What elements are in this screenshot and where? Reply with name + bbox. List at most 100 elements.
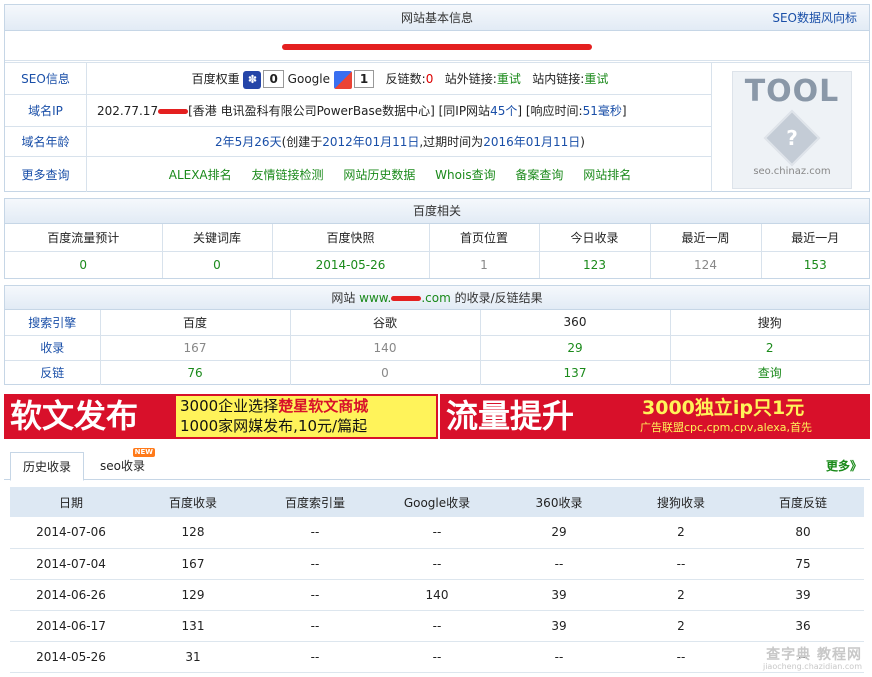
ad-banner[interactable]: 软文发布 3000企业选择楚星软文商城 1000家网媒发布,10元/篇起 流量提… [4, 394, 870, 439]
history-cell: 128 [132, 517, 254, 549]
domain-ip-row: 域名IP 202.77.17 [香港 电讯盈科有限公司PowerBase数据中心]… [5, 94, 711, 126]
history-header-cell: 百度收录 [132, 487, 254, 517]
same-ip-post: ] [517, 104, 523, 118]
engine-header: 搜索引擎 [5, 310, 101, 335]
baidu-paw-icon: ✽ [243, 70, 262, 89]
index-title-post: 的收录/反链结果 [454, 291, 543, 305]
redacted-ip [158, 109, 189, 114]
baidu-index-value: 167 [100, 334, 291, 360]
ad-right[interactable]: 流量提升 3000独立ip只1元 广告联盟cpc,cpm,cpv,alexa,首… [440, 394, 870, 439]
google-icon [333, 70, 352, 89]
domain-post: .com [421, 291, 451, 305]
sogou-query-link[interactable]: 查询 [758, 366, 782, 380]
history-cell: 39 [498, 610, 620, 642]
friend-link-check-link[interactable]: 友情链接检测 [251, 168, 323, 182]
360-index-value: 29 [480, 334, 671, 360]
age-detail-3: ) [580, 135, 585, 149]
history-cell: -- [254, 517, 376, 549]
ad-right-line2: 广告联盟cpc,cpm,cpv,alexa,首先 [640, 421, 812, 434]
inlinks-label: 站内链接: [532, 72, 585, 86]
index-panel-header: 网站 www. .com 的收录/反链结果 [5, 286, 869, 310]
index-header-row: 搜索引擎 百度 谷歌 360 搜狗 [5, 310, 869, 335]
history-cell: -- [498, 548, 620, 580]
inlinks-retry-link[interactable]: 重试 [584, 72, 608, 86]
index-panel: 网站 www. .com 的收录/反链结果 搜索引擎 百度 谷歌 360 搜狗 收… [4, 285, 870, 385]
month-index-value: 153 [761, 250, 869, 278]
history-header-cell: 百度索引量 [254, 487, 376, 517]
baidu-weight-value: 0 [263, 70, 284, 88]
whois-link[interactable]: Whois查询 [435, 168, 495, 182]
domain-age-label: 域名年龄 [5, 127, 87, 156]
history-header-row: 日期 百度收录 百度索引量 Google收录 360收录 搜狗收录 百度反链 [10, 487, 864, 517]
redacted-site-name [282, 43, 592, 50]
baidu-header-cell: 最近一月 [791, 230, 840, 245]
ad-left-text-box: 3000企业选择楚星软文商城 1000家网媒发布,10元/篇起 [176, 396, 436, 437]
beian-link[interactable]: 备案查询 [515, 168, 563, 182]
age-detail-2: ,过期时间为 [419, 135, 484, 149]
ad-left-big: 软文发布 [10, 397, 139, 435]
history-cell: 31 [132, 641, 254, 673]
ip-location: [香港 电讯盈科有限公司PowerBase数据中心] [188, 104, 435, 118]
history-cell: 2014-06-17 [10, 610, 132, 642]
baidu-backlink-value: 76 [100, 359, 291, 385]
snapshot-date-value: 2014-05-26 [272, 250, 430, 278]
baidu-header-row: 百度流量预计 关键词库 百度快照 首页位置 今日收录 最近一周 最近一月 [5, 224, 869, 251]
history-header-cell: 搜狗收录 [620, 487, 742, 517]
site-history-link[interactable]: 网站历史数据 [343, 168, 415, 182]
table-row: 2014-06-17 131 -- -- 39 2 36 [10, 610, 864, 642]
question-diamond-icon: ? [763, 109, 821, 167]
new-badge: NEW [132, 448, 155, 457]
baidu-weight-label: 百度权重 [191, 72, 240, 86]
question-mark: ? [786, 126, 798, 150]
history-tabs: 历史收录 seo收录 NEW 更多》 [4, 448, 870, 481]
ad-right-big: 流量提升 [446, 397, 575, 435]
history-cell: 2 [620, 610, 742, 642]
logo-cell: TOOL ? seo.chinaz.com [711, 62, 869, 192]
watermark-title: 查字典 教程网 [766, 647, 862, 663]
history-cell: 39 [498, 579, 620, 611]
tool-logo-text: TOOL [744, 74, 840, 109]
expires-date: 2016年01月11日 [483, 135, 581, 149]
history-header-cell: 360收录 [498, 487, 620, 517]
backlink-row-label: 反链 [5, 359, 101, 385]
response-pre: [响应时间: [525, 104, 583, 118]
ad-left-line1-a: 3000企业选择 [180, 397, 279, 415]
outlinks-retry-link[interactable]: 重试 [497, 72, 521, 86]
ad-left[interactable]: 软文发布 3000企业选择楚星软文商城 1000家网媒发布,10元/篇起 [4, 394, 438, 439]
history-cell: -- [498, 641, 620, 673]
baidu-value-row: 0 0 2014-05-26 1 123 124 153 [5, 250, 869, 278]
history-header-cell: Google收录 [376, 487, 498, 517]
backlink-row: 反链 76 0 137 查询 [5, 359, 869, 385]
engine-360-header: 360 [480, 310, 671, 335]
more-history-link[interactable]: 更多》 [826, 452, 862, 480]
same-ip-link[interactable]: 45个 [490, 104, 517, 118]
table-row: 2014-07-04 167 -- -- -- -- 75 [10, 548, 864, 580]
baidu-header-cell: 百度流量预计 [5, 224, 163, 251]
tab-seo-index[interactable]: seo收录 NEW [88, 448, 157, 480]
watermark-sub: jiaocheng.chazidian.com [762, 662, 862, 671]
alexa-rank-link[interactable]: ALEXA排名 [169, 168, 232, 182]
baidu-header-cell: 百度快照 [272, 224, 430, 251]
table-row: 2014-07-06 128 -- -- 29 2 80 [10, 517, 864, 549]
domain-pre: www. [359, 291, 392, 305]
site-rank-link[interactable]: 网站排名 [583, 168, 631, 182]
ad-left-line1-b: 楚星软文商城 [278, 397, 369, 415]
360-backlink-value: 137 [480, 359, 671, 385]
age-detail-1: (创建于 [281, 135, 323, 149]
engine-baidu-header: 百度 [100, 310, 291, 335]
sogou-index-value: 2 [670, 334, 869, 360]
history-cell: 167 [132, 548, 254, 580]
google-label: Google [287, 72, 330, 86]
history-cell: -- [254, 579, 376, 611]
history-header-cell: 日期 [10, 487, 132, 517]
index-row-label: 收录 [5, 334, 101, 360]
seo-trend-link[interactable]: SEO数据风向标 [772, 5, 857, 31]
history-cell: 2014-06-26 [10, 579, 132, 611]
index-title-pre: 网站 [331, 291, 356, 305]
google-backlink-value: 0 [290, 359, 481, 385]
history-cell: -- [376, 641, 498, 673]
home-position-value: 1 [429, 250, 540, 278]
history-cell: 2014-05-26 [10, 641, 132, 673]
domain-age-row: 域名年龄 2年5月26天(创建于2012年01月11日,过期时间为2016年01… [5, 126, 711, 156]
tab-history-index[interactable]: 历史收录 [10, 452, 85, 481]
